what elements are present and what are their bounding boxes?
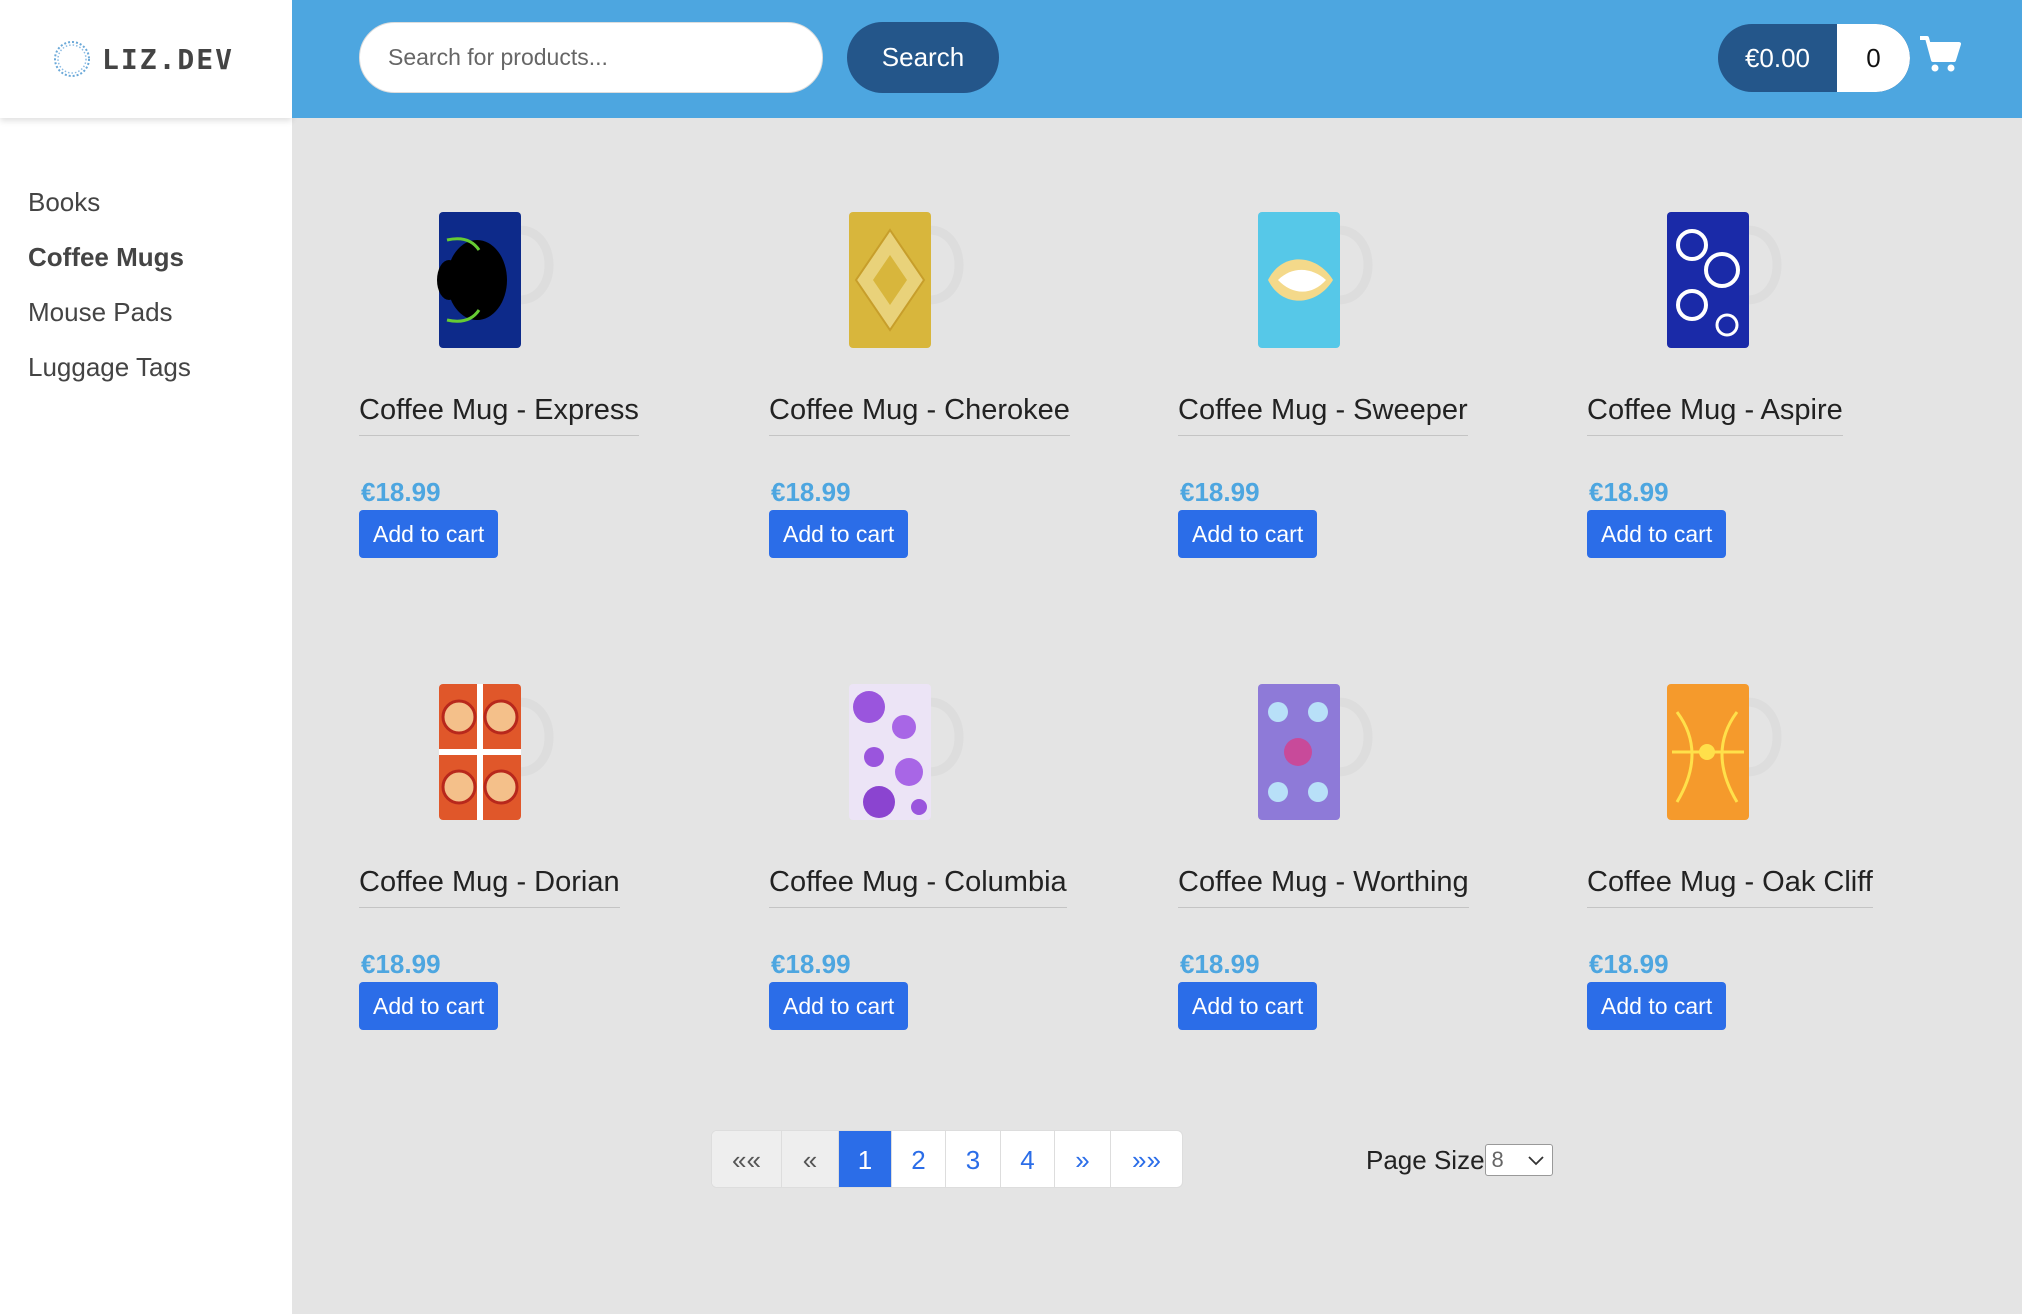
- product-title[interactable]: Coffee Mug - Sweeper: [1178, 394, 1468, 436]
- page-size-select[interactable]: 8: [1484, 1144, 1553, 1176]
- product-price: €18.99: [771, 949, 851, 979]
- add-to-cart-button[interactable]: Add to cart: [359, 510, 499, 558]
- add-to-cart-button[interactable]: Add to cart: [1178, 982, 1318, 1030]
- add-to-cart-button[interactable]: Add to cart: [1587, 510, 1727, 558]
- category-nav: Books Coffee Mugs Mouse Pads Luggage Tag…: [28, 182, 191, 402]
- page-size-label: Page Size: [1366, 1144, 1485, 1175]
- product-price: €18.99: [1180, 949, 1260, 979]
- nav-item-coffee-mugs[interactable]: Coffee Mugs: [28, 237, 191, 292]
- product-title[interactable]: Coffee Mug - Oak Cliff: [1587, 866, 1873, 908]
- cart-summary[interactable]: €0.00 0: [1718, 24, 1910, 92]
- page-size-control: Page Size 8: [1366, 1144, 1553, 1176]
- next-page-button[interactable]: »: [1054, 1131, 1110, 1187]
- last-page-button[interactable]: »»: [1110, 1131, 1182, 1187]
- page-4-button[interactable]: 4: [1000, 1131, 1054, 1187]
- product-price: €18.99: [361, 477, 441, 507]
- shopping-cart-icon[interactable]: [1918, 34, 1962, 74]
- cart-total: €0.00: [1744, 42, 1811, 73]
- mug-image[interactable]: [1238, 200, 1388, 350]
- product-title[interactable]: Coffee Mug - Worthing: [1178, 866, 1469, 908]
- nav-item-luggage-tags[interactable]: Luggage Tags: [28, 347, 191, 402]
- nav-item-mouse-pads[interactable]: Mouse Pads: [28, 292, 191, 347]
- product-title[interactable]: Coffee Mug - Cherokee: [769, 394, 1070, 436]
- add-to-cart-button[interactable]: Add to cart: [359, 982, 499, 1030]
- pagination: «« « 1 2 3 4 » »»: [711, 1130, 1183, 1188]
- add-to-cart-button[interactable]: Add to cart: [769, 982, 909, 1030]
- add-to-cart-button[interactable]: Add to cart: [1178, 510, 1318, 558]
- mug-image[interactable]: [419, 672, 569, 822]
- cart-count: 0: [1837, 24, 1910, 92]
- page-1-button[interactable]: 1: [838, 1131, 891, 1187]
- logo-text: LIZ.DEV: [102, 42, 235, 76]
- sidebar: LIZ.DEV Books Coffee Mugs Mouse Pads Lug…: [0, 0, 292, 1314]
- product-price: €18.99: [771, 477, 851, 507]
- logo-icon: [54, 41, 90, 77]
- mug-image[interactable]: [419, 200, 569, 350]
- add-to-cart-button[interactable]: Add to cart: [1587, 982, 1727, 1030]
- chevron-down-icon: [1527, 1156, 1544, 1166]
- add-to-cart-button[interactable]: Add to cart: [769, 510, 909, 558]
- product-title[interactable]: Coffee Mug - Express: [359, 394, 639, 436]
- first-page-button[interactable]: ««: [712, 1131, 781, 1187]
- mug-image[interactable]: [829, 672, 979, 822]
- mug-image[interactable]: [829, 200, 979, 350]
- prev-page-button[interactable]: «: [781, 1131, 838, 1187]
- page-size-value: 8: [1491, 1147, 1504, 1172]
- logo[interactable]: LIZ.DEV: [0, 0, 292, 118]
- nav-item-books[interactable]: Books: [28, 182, 191, 237]
- product-price: €18.99: [1180, 477, 1260, 507]
- mug-image[interactable]: [1647, 672, 1797, 822]
- product-price: €18.99: [1589, 477, 1669, 507]
- product-title[interactable]: Coffee Mug - Dorian: [359, 866, 620, 908]
- header: Search €0.00 0: [292, 0, 2022, 118]
- product-title[interactable]: Coffee Mug - Columbia: [769, 866, 1067, 908]
- mug-image[interactable]: [1238, 672, 1388, 822]
- product-title[interactable]: Coffee Mug - Aspire: [1587, 394, 1843, 436]
- product-price: €18.99: [1589, 949, 1669, 979]
- product-price: €18.99: [361, 949, 441, 979]
- mug-image[interactable]: [1647, 200, 1797, 350]
- page-2-button[interactable]: 2: [891, 1131, 945, 1187]
- search-input[interactable]: [359, 22, 823, 93]
- page-3-button[interactable]: 3: [945, 1131, 1000, 1187]
- search-button[interactable]: Search: [847, 22, 999, 93]
